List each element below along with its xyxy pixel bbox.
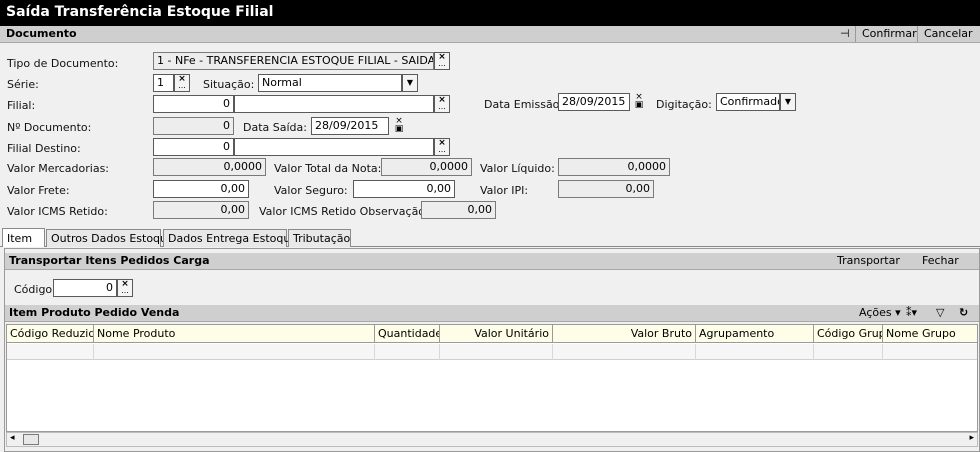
itens-header: Item Produto Pedido Venda Ações ▾ ⁑▾ ▽ ↻ bbox=[5, 305, 979, 322]
filial-code-field[interactable]: 0 bbox=[153, 95, 234, 113]
fechar-button[interactable]: Fechar bbox=[922, 254, 959, 267]
serie-label: Série: bbox=[7, 78, 39, 91]
filial-destino-label: Filial Destino: bbox=[7, 142, 81, 155]
valor-frete-field[interactable]: 0,00 bbox=[153, 180, 249, 198]
data-emissao-label: Data Emissão: bbox=[484, 98, 564, 111]
ellipsis-icon: ... bbox=[438, 145, 446, 154]
pin-icon[interactable]: ⊣ bbox=[834, 26, 856, 42]
tipo-documento-lookup-button[interactable]: ×... bbox=[434, 52, 450, 70]
valor-total-nota-field[interactable]: 0,0000 bbox=[381, 158, 472, 176]
table-cell bbox=[440, 344, 553, 360]
valor-liquido-field[interactable]: 0,0000 bbox=[558, 158, 670, 176]
data-saida-label: Data Saída: bbox=[243, 121, 307, 134]
itens-grid[interactable]: Código Reduzido Nome Produto Quantidade … bbox=[6, 324, 978, 432]
digitacao-select[interactable]: Confirmado bbox=[716, 93, 780, 111]
refresh-icon[interactable]: ↻ bbox=[959, 306, 968, 319]
table-cell bbox=[814, 344, 883, 360]
valor-seguro-field[interactable]: 0,00 bbox=[353, 180, 455, 198]
valor-mercadorias-field[interactable]: 0,0000 bbox=[153, 158, 266, 176]
codigo-field[interactable]: 0 bbox=[53, 279, 117, 297]
col-nome-produto[interactable]: Nome Produto bbox=[94, 325, 375, 343]
calendar-icon[interactable]: × ▣ bbox=[632, 93, 646, 111]
valor-icms-retido-obs-field[interactable]: 0,00 bbox=[421, 201, 496, 219]
filial-label: Filial: bbox=[7, 99, 36, 112]
transportar-button[interactable]: Transportar bbox=[837, 254, 900, 267]
ellipsis-icon: ... bbox=[438, 59, 446, 68]
ellipsis-icon: ... bbox=[121, 286, 129, 295]
item-panel: Transportar Itens Pedidos Carga Transpor… bbox=[4, 248, 980, 452]
nr-documento-label: Nº Documento: bbox=[7, 121, 92, 134]
grid-header: Código Reduzido Nome Produto Quantidade … bbox=[7, 325, 977, 343]
ellipsis-icon: ... bbox=[438, 102, 446, 111]
col-codigo-reduzido[interactable]: Código Reduzido bbox=[7, 325, 94, 343]
chevron-down-icon[interactable]: ▼ bbox=[402, 74, 418, 92]
columns-icon[interactable]: ⁑▾ bbox=[906, 306, 917, 319]
valor-icms-retido-label: Valor ICMS Retido: bbox=[7, 205, 108, 218]
valor-ipi-label: Valor IPI: bbox=[480, 184, 529, 197]
filter-icon[interactable]: ▽ bbox=[936, 306, 944, 319]
table-cell bbox=[375, 344, 440, 360]
tab-item[interactable]: Item bbox=[2, 228, 45, 247]
itens-title: Item Produto Pedido Venda bbox=[9, 306, 180, 319]
documento-section-title: Documento bbox=[6, 27, 77, 40]
filial-destino-name-field[interactable] bbox=[234, 138, 434, 156]
tab-outros-dados-estoque[interactable]: Outros Dados Estoque bbox=[46, 229, 174, 247]
data-emissao-field[interactable]: 28/09/2015 bbox=[558, 93, 630, 111]
tab-strip: Item Outros Dados Estoque Dados Entrega … bbox=[0, 228, 980, 247]
table-row[interactable] bbox=[7, 344, 977, 360]
situacao-label: Situação: bbox=[203, 78, 255, 91]
col-codigo-grupo[interactable]: Código Grupo bbox=[814, 325, 883, 343]
window-title: Saída Transferência Estoque Filial bbox=[0, 0, 980, 26]
documento-section-header: Documento ⊣ Confirmar Cancelar bbox=[0, 26, 980, 43]
filial-name-field[interactable] bbox=[234, 95, 434, 113]
tab-tributacao[interactable]: Tributação bbox=[288, 229, 351, 247]
valor-liquido-label: Valor Líquido: bbox=[480, 162, 555, 175]
cancelar-button[interactable]: Cancelar bbox=[917, 26, 980, 42]
ellipsis-icon: ... bbox=[178, 81, 186, 90]
valor-total-nota-label: Valor Total da Nota: bbox=[274, 162, 382, 175]
acoes-button[interactable]: Ações ▾ bbox=[859, 306, 901, 319]
filial-destino-code-field[interactable]: 0 bbox=[153, 138, 234, 156]
table-cell bbox=[553, 344, 696, 360]
serie-lookup-button[interactable]: ×... bbox=[174, 74, 190, 92]
valor-ipi-field[interactable]: 0,00 bbox=[558, 180, 654, 198]
col-agrupamento[interactable]: Agrupamento bbox=[696, 325, 814, 343]
filial-lookup-button[interactable]: ×... bbox=[434, 95, 450, 113]
confirmar-button[interactable]: Confirmar bbox=[855, 26, 917, 42]
valor-seguro-label: Valor Seguro: bbox=[274, 184, 348, 197]
transportar-header: Transportar Itens Pedidos Carga Transpor… bbox=[5, 253, 979, 270]
acoes-label: Ações bbox=[859, 306, 892, 319]
col-valor-bruto[interactable]: Valor Bruto bbox=[553, 325, 696, 343]
filial-destino-lookup-button[interactable]: ×... bbox=[434, 138, 450, 156]
calendar-icon[interactable]: × ▣ bbox=[392, 117, 406, 135]
valor-mercadorias-label: Valor Mercadorias: bbox=[7, 162, 110, 175]
valor-icms-retido-field[interactable]: 0,00 bbox=[153, 201, 249, 219]
nr-documento-field[interactable]: 0 bbox=[153, 117, 234, 135]
tipo-documento-label: Tipo de Documento: bbox=[7, 57, 119, 70]
codigo-lookup-button[interactable]: ×... bbox=[117, 279, 133, 297]
valor-icms-retido-obs-label: Valor ICMS Retido Observação: bbox=[259, 205, 429, 218]
tipo-documento-field[interactable]: 1 - NFe - TRANSFERENCIA ESTOQUE FILIAL -… bbox=[153, 52, 434, 70]
chevron-down-icon[interactable]: ▼ bbox=[780, 93, 796, 111]
scroll-left-icon[interactable]: ◂ bbox=[10, 433, 15, 443]
situacao-select[interactable]: Normal bbox=[258, 74, 402, 92]
serie-field[interactable]: 1 bbox=[153, 74, 174, 92]
digitacao-label: Digitação: bbox=[656, 98, 712, 111]
valor-frete-label: Valor Frete: bbox=[7, 184, 70, 197]
col-quantidade[interactable]: Quantidade bbox=[375, 325, 440, 343]
tab-dados-entrega-estoque[interactable]: Dados Entrega Estoque bbox=[163, 229, 297, 247]
col-nome-grupo[interactable]: Nome Grupo bbox=[883, 325, 977, 343]
table-cell bbox=[7, 344, 94, 360]
table-cell bbox=[94, 344, 375, 360]
transportar-title: Transportar Itens Pedidos Carga bbox=[9, 254, 210, 267]
scrollbar-thumb[interactable] bbox=[23, 434, 39, 445]
table-cell bbox=[696, 344, 814, 360]
scroll-right-icon[interactable]: ▸ bbox=[969, 433, 974, 443]
codigo-label: Código: bbox=[14, 283, 56, 296]
horizontal-scrollbar[interactable]: ◂ ▸ bbox=[6, 432, 978, 447]
data-saida-field[interactable]: 28/09/2015 bbox=[311, 117, 389, 135]
col-valor-unitario[interactable]: Valor Unitário bbox=[440, 325, 553, 343]
